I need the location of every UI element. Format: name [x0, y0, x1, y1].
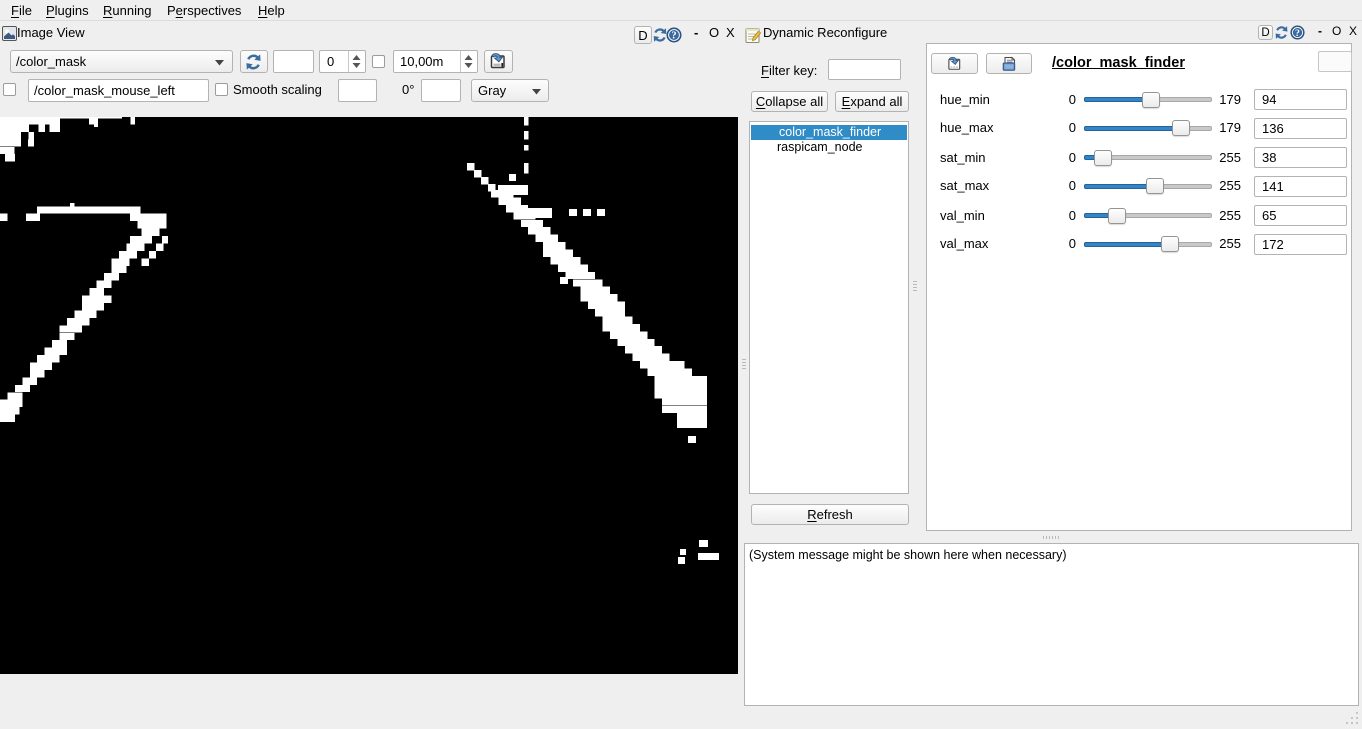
svg-text:?: ? — [671, 31, 676, 42]
svg-text:?: ? — [1295, 28, 1300, 39]
